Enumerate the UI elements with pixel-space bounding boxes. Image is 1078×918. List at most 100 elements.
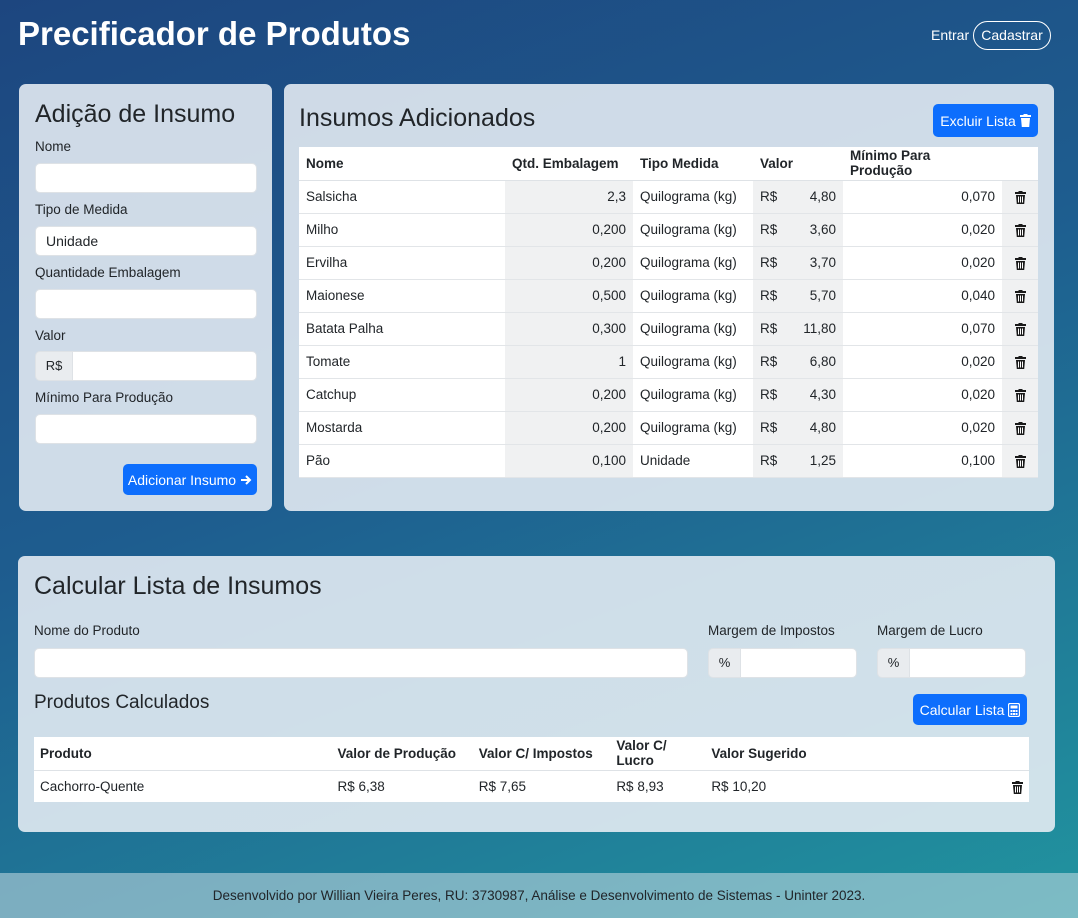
delete-ingredient-button[interactable] (1002, 213, 1038, 247)
trash-icon (1019, 114, 1031, 127)
col-with-tax: Valor C/ Impostos (472, 737, 611, 771)
delete-ingredient-button[interactable] (1002, 279, 1038, 313)
col-unit: Tipo Medida (633, 147, 753, 181)
table-row: Tomate 1 Quilograma (kg) R$ 6,80 0,020 (299, 345, 1038, 379)
ingredient-min: 0,070 (843, 312, 1002, 346)
ingredient-qty: 1 (505, 345, 633, 379)
tax-percent-prefix: % (708, 648, 741, 678)
table-row: Milho 0,200 Quilograma (kg) R$ 3,60 0,020 (299, 213, 1038, 247)
app-title: Precificador de Produtos (18, 15, 411, 52)
profit-margin-label: Margem de Lucro (877, 623, 983, 638)
trash-icon (1014, 355, 1026, 369)
delete-ingredient-button[interactable] (1002, 444, 1038, 478)
currency-symbol: R$ (760, 254, 778, 270)
tax-margin-label: Margem de Impostos (708, 623, 835, 638)
currency-symbol: R$ (760, 353, 778, 369)
calculated-products-title: Produtos Calculados (34, 692, 210, 713)
tax-margin-input[interactable] (740, 648, 857, 678)
arrow-right-icon (241, 474, 252, 485)
ingredient-value: R$ 3,60 (753, 213, 843, 247)
trash-icon (1012, 780, 1023, 794)
ingredient-qty: 0,200 (505, 213, 633, 247)
ingredient-min: 0,020 (843, 411, 1002, 445)
col-with-profit: Valor C/ Lucro (610, 737, 706, 771)
ingredient-value: R$ 3,70 (753, 246, 843, 280)
delete-list-label: Excluir Lista (940, 112, 1016, 129)
trash-icon (1014, 289, 1026, 303)
add-ingredient-button[interactable]: Adicionar Insumo (123, 464, 257, 495)
value-with-tax: R$ 7,65 (472, 770, 611, 802)
ingredient-qty: 2,3 (505, 180, 633, 214)
ingredient-qty: 0,500 (505, 279, 633, 313)
delete-list-button[interactable]: Excluir Lista (933, 104, 1038, 137)
ingredient-value-amount: 3,70 (809, 254, 836, 270)
ingredient-name: Salsicha (299, 180, 505, 214)
table-header-row: Produto Valor de Produção Valor C/ Impos… (34, 737, 1029, 771)
currency-symbol: R$ (760, 452, 778, 468)
ingredient-min: 0,100 (843, 444, 1002, 478)
col-actions (1002, 147, 1038, 181)
col-value: Valor (753, 147, 843, 181)
package-qty-label: Quantidade Embalagem (35, 265, 181, 280)
product-name-label: Nome do Produto (34, 623, 140, 638)
ingredient-unit: Quilograma (kg) (633, 246, 753, 280)
name-label: Nome (35, 139, 72, 154)
ingredient-unit: Unidade (633, 444, 753, 478)
delete-ingredient-button[interactable] (1002, 411, 1038, 445)
col-suggested: Valor Sugerido (705, 737, 864, 771)
ingredient-name: Maionese (299, 279, 505, 313)
delete-ingredient-button[interactable] (1002, 246, 1038, 280)
ingredient-value: R$ 4,80 (753, 411, 843, 445)
table-row: Mostarda 0,200 Quilograma (kg) R$ 4,80 0,020 (299, 411, 1038, 445)
trash-icon (1014, 256, 1026, 270)
delete-product-button[interactable] (864, 770, 1029, 802)
ingredient-unit: Quilograma (kg) (633, 279, 753, 313)
value-with-profit: R$ 8,93 (610, 770, 706, 802)
calculate-list-button[interactable]: Calcular Lista (913, 694, 1027, 725)
ingredient-value-amount: 4,30 (809, 386, 836, 402)
ingredient-qty: 0,200 (505, 378, 633, 412)
ingredient-qty: 0,300 (505, 312, 633, 346)
table-row: Batata Palha 0,300 Quilograma (kg) R$ 11,80 0… (299, 312, 1038, 346)
calculate-card: Calcular Lista de Insumos Nome do Produt… (18, 556, 1055, 832)
ingredient-name: Ervilha (299, 246, 505, 280)
col-name: Nome (299, 147, 505, 181)
package-qty-input[interactable] (35, 289, 257, 319)
delete-ingredient-button[interactable] (1002, 378, 1038, 412)
table-row: Salsicha 2,3 Quilograma (kg) R$ 4,80 0,070 (299, 180, 1038, 214)
delete-ingredient-button[interactable] (1002, 180, 1038, 214)
table-row: Catchup 0,200 Quilograma (kg) R$ 4,30 0,020 (299, 378, 1038, 412)
trash-icon (1014, 421, 1026, 435)
name-input[interactable] (35, 163, 257, 193)
profit-margin-input[interactable] (909, 648, 1026, 678)
currency-symbol: R$ (760, 188, 778, 204)
product-name-input[interactable] (34, 648, 688, 678)
ingredient-value: R$ 5,70 (753, 279, 843, 313)
measure-select[interactable]: Unidade (35, 226, 257, 256)
currency-prefix: R$ (35, 351, 73, 381)
min-production-input[interactable] (35, 414, 257, 444)
calculator-icon (1008, 702, 1021, 717)
calculate-title: Calcular Lista de Insumos (34, 572, 322, 600)
currency-symbol: R$ (760, 320, 778, 336)
value-input[interactable] (72, 351, 257, 381)
product-name: Cachorro-Quente (34, 770, 332, 802)
col-min: Mínimo Para Produção (843, 147, 1002, 181)
table-row: Maionese 0,500 Quilograma (kg) R$ 5,70 0,040 (299, 279, 1038, 313)
ingredients-card: Insumos Adicionados Excluir Lista Nome Q… (284, 84, 1054, 511)
currency-symbol: R$ (760, 221, 778, 237)
ingredient-min: 0,070 (843, 180, 1002, 214)
trash-icon (1014, 454, 1026, 468)
delete-ingredient-button[interactable] (1002, 312, 1038, 346)
login-link[interactable]: Entrar (931, 27, 969, 43)
ingredient-min: 0,040 (843, 279, 1002, 313)
ingredient-qty: 0,200 (505, 411, 633, 445)
trash-icon (1014, 223, 1026, 237)
ingredient-qty: 0,200 (505, 246, 633, 280)
register-button[interactable]: Cadastrar (973, 21, 1051, 50)
ingredient-unit: Quilograma (kg) (633, 378, 753, 412)
table-row: Ervilha 0,200 Quilograma (kg) R$ 3,70 0,020 (299, 246, 1038, 280)
measure-label: Tipo de Medida (35, 202, 128, 217)
ingredient-value: R$ 11,80 (753, 312, 843, 346)
delete-ingredient-button[interactable] (1002, 345, 1038, 379)
